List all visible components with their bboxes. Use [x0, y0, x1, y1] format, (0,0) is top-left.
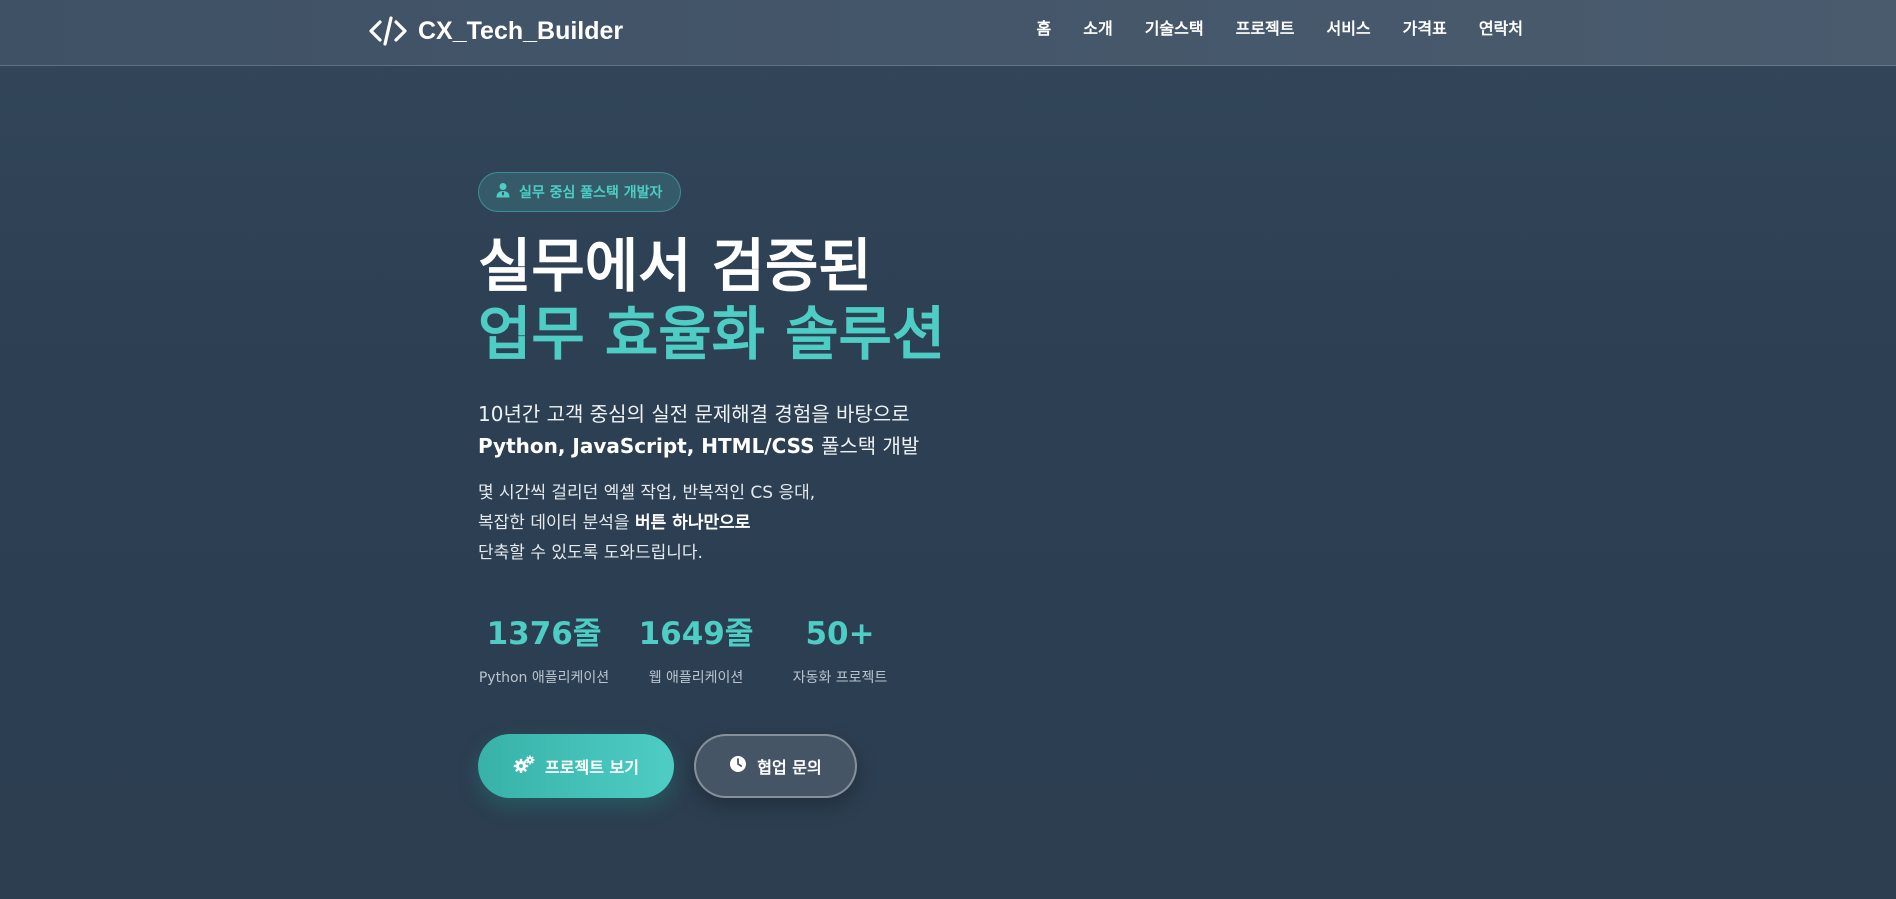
- navbar: CX_Tech_Builder 홈 소개 기술스택 프로젝트 서비스 가격표 연…: [0, 0, 1896, 66]
- stat-web: 1649줄 웹 애플리케이션: [634, 610, 758, 688]
- hero-lead: 10년간 고객 중심의 실전 문제해결 경험을 바탕으로 Python, Jav…: [478, 398, 1078, 462]
- tech-list: Python, JavaScript, HTML/CSS: [478, 434, 815, 458]
- contact-button[interactable]: 협업 문의: [694, 734, 857, 798]
- nav-tech-stack[interactable]: 기술스택: [1145, 17, 1204, 41]
- nav-about[interactable]: 소개: [1083, 17, 1112, 41]
- hero-lead-line1: 10년간 고객 중심의 실전 문제해결 경험을 바탕으로: [478, 402, 910, 426]
- stat-label: Python 애플리케이션: [478, 670, 610, 686]
- contact-label: 협업 문의: [757, 758, 822, 777]
- hero-title: 실무에서 검증된 업무 효율화 솔루션: [478, 232, 1078, 368]
- cogs-icon: [513, 755, 535, 777]
- hero-desc-emphasis: 버튼 하나만으로: [634, 513, 751, 533]
- brand-name: CX_Tech_Builder: [418, 16, 624, 45]
- nav-services[interactable]: 서비스: [1326, 17, 1370, 41]
- hero-desc-line2-pre: 복잡한 데이터 분석을: [478, 513, 635, 533]
- stat-label: 자동화 프로젝트: [792, 670, 888, 686]
- hero-desc-line2: 복잡한 데이터 분석을 버튼 하나만으로: [478, 508, 1078, 538]
- stat-value: 1376줄: [486, 616, 602, 652]
- stat-python: 1376줄 Python 애플리케이션: [478, 610, 610, 688]
- stat-label: 웹 애플리케이션: [648, 670, 744, 686]
- nav-home[interactable]: 홈: [1037, 17, 1052, 41]
- stat-automation: 50+ 자동화 프로젝트: [780, 610, 900, 688]
- stats-row: 1376줄 Python 애플리케이션 1649줄 웹 애플리케이션 50+ 자…: [478, 610, 900, 688]
- user-tie-icon: [495, 182, 511, 202]
- main-nav: 홈 소개 기술스택 프로젝트 서비스 가격표 연락처: [1037, 17, 1523, 41]
- hero-title-line2: 업무 효율화 솔루션: [478, 300, 946, 368]
- hero-title-line1: 실무에서 검증된: [478, 232, 872, 300]
- hero-badge-text: 실무 중심 풀스택 개발자: [519, 185, 663, 201]
- hero-badge: 실무 중심 풀스택 개발자: [478, 172, 682, 212]
- hero-section: 실무 중심 풀스택 개발자 실무에서 검증된 업무 효율화 솔루션 10년간 고…: [478, 172, 1078, 568]
- stat-value: 1649줄: [638, 616, 754, 652]
- clock-icon: [729, 755, 747, 777]
- nav-pricing[interactable]: 가격표: [1403, 17, 1447, 41]
- nav-contact[interactable]: 연락처: [1479, 17, 1523, 41]
- hero-desc-line3: 단축할 수 있도록 도와드립니다.: [478, 543, 703, 563]
- hero-desc-line1: 몇 시간씩 걸리던 엑셀 작업, 반복적인 CS 응대,: [478, 483, 816, 503]
- cta-buttons: 프로젝트 보기 협업 문의: [478, 734, 857, 798]
- stat-value: 50+: [805, 616, 875, 652]
- code-icon: [368, 15, 408, 47]
- brand-logo[interactable]: CX_Tech_Builder: [368, 14, 623, 48]
- hero-lead-line2: Python, JavaScript, HTML/CSS 풀스택 개발: [478, 430, 1078, 462]
- view-projects-label: 프로젝트 보기: [545, 758, 639, 777]
- nav-projects[interactable]: 프로젝트: [1236, 17, 1295, 41]
- hero-description: 몇 시간씩 걸리던 엑셀 작업, 반복적인 CS 응대, 복잡한 데이터 분석을…: [478, 478, 1078, 568]
- hero-lead-line2-rest: 풀스택 개발: [814, 434, 920, 458]
- view-projects-button[interactable]: 프로젝트 보기: [478, 734, 674, 798]
